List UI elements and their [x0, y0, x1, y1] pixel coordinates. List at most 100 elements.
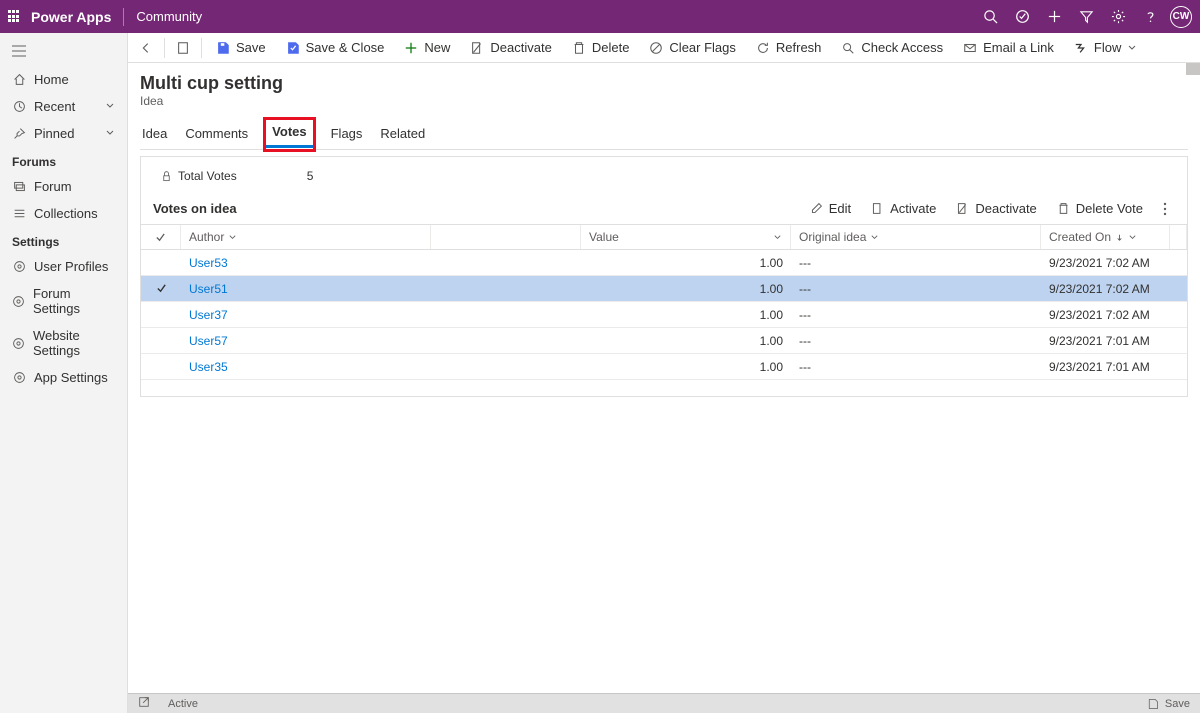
- scroll-indicator: [1186, 63, 1200, 75]
- hamburger-icon[interactable]: [0, 39, 127, 66]
- nav-forum-settings[interactable]: Forum Settings: [0, 280, 127, 322]
- cmd-email-link[interactable]: Email a Link: [955, 37, 1062, 58]
- filter-icon[interactable]: [1070, 1, 1102, 33]
- cmd-refresh[interactable]: Refresh: [748, 37, 830, 58]
- col-created[interactable]: Created On: [1041, 225, 1170, 249]
- col-author[interactable]: Author: [181, 225, 431, 249]
- votes-actions: Edit Activate Deactivate Delete Vot: [810, 201, 1167, 216]
- cmd-delete[interactable]: Delete: [564, 37, 638, 58]
- author-link[interactable]: User53: [189, 256, 228, 270]
- row-created: 9/23/2021 7:02 AM: [1041, 250, 1171, 275]
- brand-divider: [123, 8, 124, 26]
- open-record-set-icon[interactable]: [171, 36, 195, 60]
- row-value: 1.00: [581, 302, 791, 327]
- action-deactivate[interactable]: Deactivate: [956, 201, 1036, 216]
- list-icon: [12, 207, 26, 221]
- nav-app-settings[interactable]: App Settings: [0, 364, 127, 391]
- row-author: User51: [181, 276, 431, 301]
- action-edit[interactable]: Edit: [810, 201, 851, 216]
- action-edit-label: Edit: [829, 201, 851, 216]
- action-activate-label: Activate: [890, 201, 936, 216]
- gear-icon: [12, 371, 26, 385]
- cmd-clear-flags-label: Clear Flags: [669, 40, 735, 55]
- nav-recent[interactable]: Recent: [0, 93, 127, 120]
- brand-name: Power Apps: [31, 9, 111, 25]
- action-activate[interactable]: Activate: [871, 201, 936, 216]
- status-bar: Active Save: [128, 693, 1200, 713]
- clock-icon: [12, 100, 26, 114]
- nav-home[interactable]: Home: [0, 66, 127, 93]
- chevron-down-icon: [773, 233, 782, 242]
- tab-comments[interactable]: Comments: [185, 120, 248, 149]
- col-original-label: Original idea: [799, 230, 866, 244]
- row-created: 9/23/2021 7:01 AM: [1041, 354, 1171, 379]
- table-row[interactable]: User37 1.00 --- 9/23/2021 7:02 AM: [141, 302, 1187, 328]
- help-icon[interactable]: [1134, 1, 1166, 33]
- table-row[interactable]: User51 1.00 --- 9/23/2021 7:02 AM: [141, 276, 1187, 302]
- chevron-down-icon: [870, 233, 879, 242]
- total-votes-label: Total Votes: [178, 169, 237, 183]
- nav-collections[interactable]: Collections: [0, 200, 127, 227]
- gear-icon: [12, 336, 25, 350]
- popout-icon[interactable]: [138, 696, 150, 711]
- user-avatar[interactable]: CW: [1170, 6, 1192, 28]
- row-check[interactable]: [141, 328, 181, 353]
- grid-select-all[interactable]: [141, 225, 181, 249]
- col-original[interactable]: Original idea: [791, 225, 1041, 249]
- cmd-deactivate-label: Deactivate: [490, 40, 551, 55]
- row-spacer: [431, 354, 581, 379]
- home-icon: [12, 73, 26, 87]
- row-check[interactable]: [141, 250, 181, 275]
- back-button[interactable]: [134, 36, 158, 60]
- action-delete[interactable]: Delete Vote: [1057, 201, 1143, 216]
- nav-user-profiles[interactable]: User Profiles: [0, 253, 127, 280]
- tab-related[interactable]: Related: [380, 120, 425, 149]
- row-check[interactable]: [141, 354, 181, 379]
- tab-flags[interactable]: Flags: [331, 120, 363, 149]
- col-value[interactable]: Value: [581, 225, 791, 249]
- cmd-check-access-label: Check Access: [861, 40, 943, 55]
- row-original: ---: [791, 302, 1041, 327]
- nav-pinned[interactable]: Pinned: [0, 120, 127, 147]
- row-value: 1.00: [581, 276, 791, 301]
- cmd-new[interactable]: New: [396, 37, 458, 58]
- author-link[interactable]: User57: [189, 334, 228, 348]
- cmd-check-access[interactable]: Check Access: [833, 37, 951, 58]
- search-icon[interactable]: [974, 1, 1006, 33]
- row-original: ---: [791, 250, 1041, 275]
- chevron-down-icon: [1128, 233, 1137, 242]
- chevron-down-icon: [228, 233, 237, 242]
- cmd-save-label: Save: [236, 40, 266, 55]
- table-row[interactable]: User57 1.00 --- 9/23/2021 7:01 AM: [141, 328, 1187, 354]
- table-row[interactable]: User53 1.00 --- 9/23/2021 7:02 AM: [141, 250, 1187, 276]
- row-original: ---: [791, 328, 1041, 353]
- author-link[interactable]: User51: [189, 282, 228, 296]
- settings-gear-icon[interactable]: [1102, 1, 1134, 33]
- row-value: 1.00: [581, 250, 791, 275]
- tab-votes[interactable]: Votes: [266, 120, 312, 149]
- tab-idea[interactable]: Idea: [142, 120, 167, 149]
- cmd-save-close[interactable]: Save & Close: [278, 37, 393, 58]
- cmd-clear-flags[interactable]: Clear Flags: [641, 37, 743, 58]
- action-more[interactable]: [1163, 202, 1167, 216]
- task-icon[interactable]: [1006, 1, 1038, 33]
- row-author: User37: [181, 302, 431, 327]
- cmd-flow[interactable]: Flow: [1066, 37, 1145, 58]
- app-launcher-icon[interactable]: [8, 10, 21, 23]
- votes-grid: Author Value Original idea: [141, 224, 1187, 380]
- author-link[interactable]: User37: [189, 308, 228, 322]
- author-link[interactable]: User35: [189, 360, 228, 374]
- forum-icon: [12, 180, 26, 194]
- nav-section-forums: Forums: [0, 147, 127, 173]
- row-check[interactable]: [141, 276, 181, 301]
- add-icon[interactable]: [1038, 1, 1070, 33]
- col-spacer: [431, 225, 581, 249]
- cmd-save[interactable]: Save: [208, 37, 274, 58]
- row-check[interactable]: [141, 302, 181, 327]
- nav-user-profiles-label: User Profiles: [34, 259, 108, 274]
- cmd-deactivate[interactable]: Deactivate: [462, 37, 559, 58]
- table-row[interactable]: User35 1.00 --- 9/23/2021 7:01 AM: [141, 354, 1187, 380]
- nav-forum[interactable]: Forum: [0, 173, 127, 200]
- statusbar-save[interactable]: Save: [1165, 698, 1190, 710]
- nav-website-settings[interactable]: Website Settings: [0, 322, 127, 364]
